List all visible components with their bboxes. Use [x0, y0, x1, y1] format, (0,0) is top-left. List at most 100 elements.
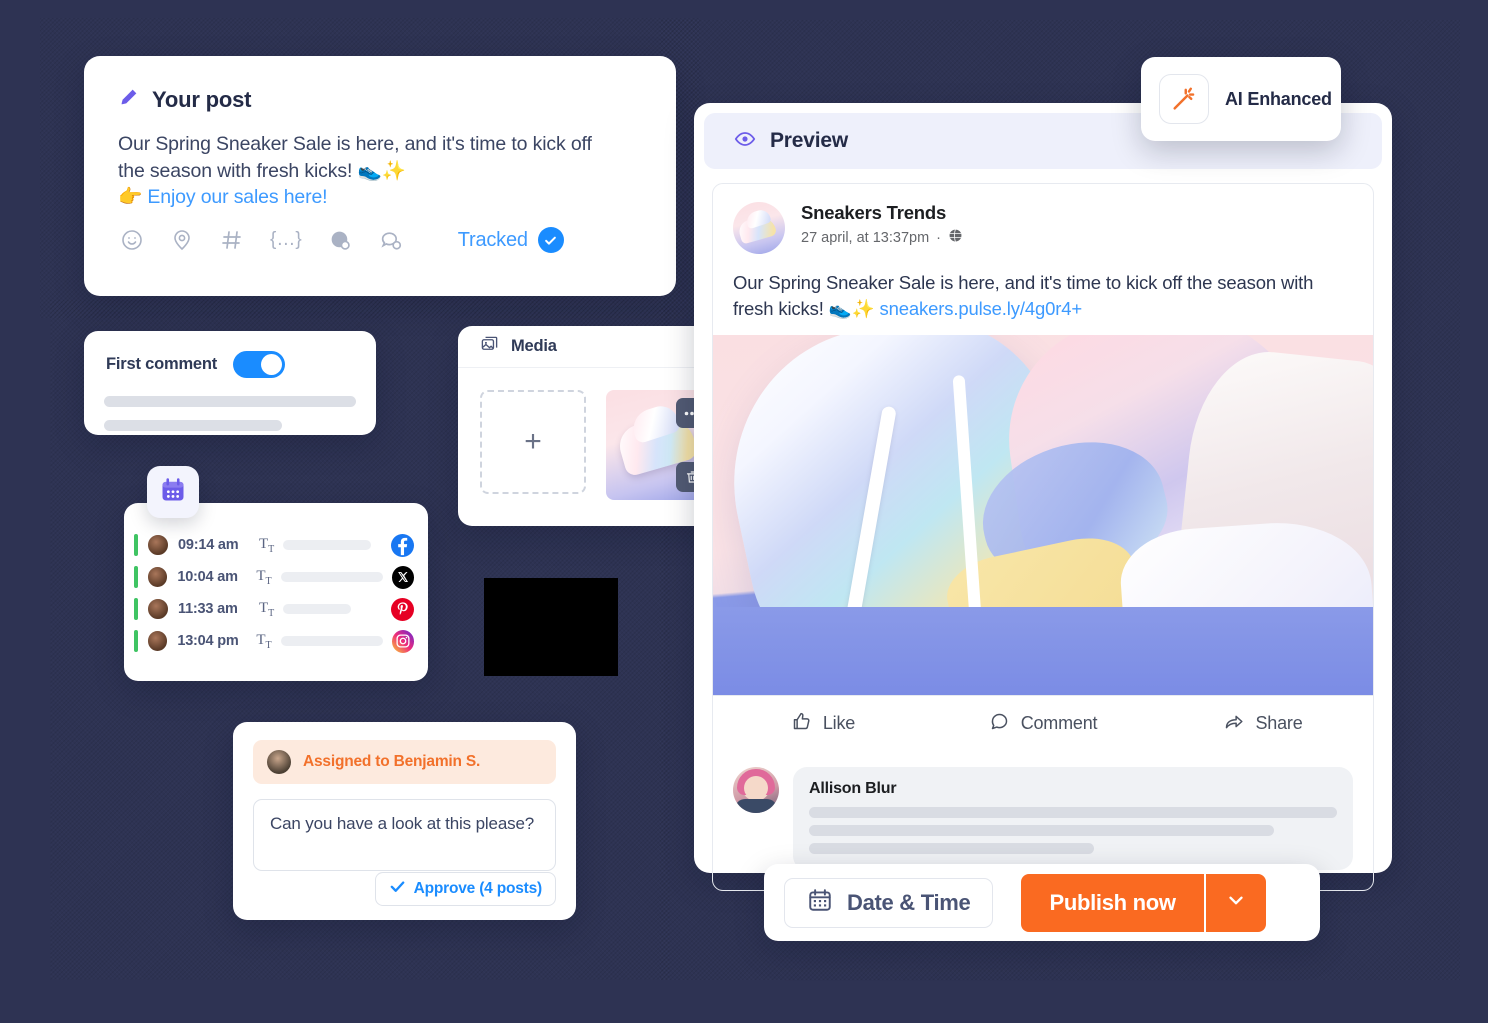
- x-icon[interactable]: [391, 565, 415, 589]
- instagram-icon[interactable]: [391, 629, 415, 653]
- schedule-row[interactable]: 10:04 am TT: [124, 561, 428, 593]
- post-text-line-1: Our Spring Sneaker Sale is here, and it'…: [118, 133, 592, 155]
- add-media-dropzone[interactable]: +: [480, 390, 586, 494]
- post-image[interactable]: [713, 335, 1373, 696]
- pencil-icon: [118, 86, 140, 113]
- approve-button-label: Approve (4 posts): [413, 880, 543, 897]
- hashtag-icon[interactable]: [220, 228, 244, 252]
- text-format-icon: TT: [259, 599, 275, 619]
- schedule-row[interactable]: 09:14 am TT: [124, 529, 428, 561]
- post-url[interactable]: sneakers.pulse.ly/4g0r4+: [879, 298, 1082, 319]
- first-comment-header: First comment: [84, 331, 376, 378]
- emoji-icon[interactable]: [120, 228, 144, 252]
- comment-button[interactable]: Comment: [933, 696, 1153, 751]
- avatar: [146, 566, 169, 588]
- date-time-label: Date & Time: [847, 889, 971, 915]
- screenshot-root: Your post Our Spring Sneaker Sale is her…: [0, 0, 1488, 1023]
- skeleton-line: [104, 420, 282, 431]
- skeleton-line: [280, 572, 383, 582]
- avatar: [147, 534, 169, 556]
- post-text-line-2: the season with fresh kicks! 👟✨: [118, 159, 406, 182]
- schedule-time: 10:04 am: [177, 569, 238, 585]
- publish-options-button[interactable]: [1205, 873, 1266, 932]
- status-bar: [134, 598, 138, 620]
- share-label: Share: [1255, 713, 1303, 734]
- post-toolbar: {…} Tracked: [84, 211, 676, 254]
- first-comment-card: First comment: [84, 331, 376, 435]
- post-timestamp: 27 april, at 13:37pm: [801, 229, 930, 246]
- tracked-toggle[interactable]: Tracked: [457, 227, 564, 254]
- assigned-banner: Assigned to Benjamin S.: [253, 740, 556, 784]
- like-button[interactable]: Like: [713, 696, 933, 751]
- schedule-time: 13:04 pm: [177, 633, 239, 649]
- skeleton-line: [809, 807, 1337, 819]
- text-format-icon: TT: [256, 631, 272, 651]
- avatar[interactable]: [733, 202, 785, 254]
- facebook-icon[interactable]: [391, 533, 414, 557]
- schedule-time: 11:33 am: [178, 601, 238, 617]
- post-author-name[interactable]: Sneakers Trends: [801, 202, 963, 224]
- date-time-button[interactable]: Date & Time: [784, 877, 994, 928]
- skeleton-line: [809, 825, 1274, 837]
- comment-label: Comment: [1020, 713, 1098, 734]
- preview-title: Preview: [770, 129, 848, 152]
- status-bar: [134, 566, 138, 588]
- your-post-header: Your post: [84, 56, 676, 113]
- magic-wand-icon: [1159, 74, 1209, 124]
- publish-button-group: Publish now: [1021, 873, 1266, 932]
- text-format-icon: TT: [259, 535, 275, 555]
- first-comment-label: First comment: [106, 355, 218, 373]
- pinterest-icon[interactable]: [391, 597, 414, 621]
- first-comment-toggle[interactable]: [233, 351, 286, 378]
- your-post-card: Your post Our Spring Sneaker Sale is her…: [84, 56, 676, 296]
- ai-enhanced-badge[interactable]: AI Enhanced: [1141, 57, 1341, 141]
- post-author-row: Sneakers Trends 27 april, at 13:37pm ·: [713, 184, 1373, 254]
- schedule-card: 09:14 am TT 10:04 am TT 11:33 am TT 13:0…: [124, 503, 428, 681]
- skeleton-line: [104, 396, 356, 407]
- share-arrow-icon: [1223, 711, 1244, 737]
- calendar-icon: [807, 887, 833, 918]
- chat-settings-icon[interactable]: [379, 228, 404, 253]
- post-meta: 27 april, at 13:37pm ·: [801, 228, 963, 247]
- comment-author[interactable]: Allison Blur: [809, 780, 1337, 798]
- comment-bubble: Allison Blur: [793, 767, 1353, 871]
- preview-panel: Preview Sneakers Trends 27 april, at 13:…: [694, 103, 1392, 892]
- your-post-title: Your post: [152, 86, 252, 112]
- status-bar: [134, 630, 138, 652]
- publish-now-button[interactable]: Publish now: [1021, 873, 1204, 932]
- schedule-row[interactable]: 11:33 am TT: [124, 593, 428, 625]
- schedule-time: 09:14 am: [178, 537, 239, 553]
- post-link-line[interactable]: 👉 Enjoy our sales here!: [118, 184, 642, 211]
- schedule-row[interactable]: 13:04 pm TT: [124, 625, 428, 657]
- share-button[interactable]: Share: [1153, 696, 1373, 751]
- meta-separator: ·: [936, 229, 942, 246]
- approve-button[interactable]: Approve (4 posts): [374, 872, 556, 906]
- thumbs-up-icon: [791, 711, 812, 737]
- check-icon: [537, 227, 564, 254]
- avatar: [146, 630, 169, 652]
- variable-icon[interactable]: {…}: [270, 229, 302, 251]
- plus-icon: +: [524, 425, 542, 458]
- your-post-body[interactable]: Our Spring Sneaker Sale is here, and it'…: [84, 113, 676, 211]
- post-action-row: Like Comment Share: [713, 695, 1373, 751]
- ai-enhanced-label: AI Enhanced: [1225, 88, 1332, 109]
- approval-card: Assigned to Benjamin S. Can you have a l…: [233, 722, 576, 920]
- comment-bubble-icon: [989, 711, 1010, 737]
- tracked-label: Tracked: [457, 228, 528, 251]
- avatar[interactable]: [733, 767, 779, 814]
- eye-icon: [734, 128, 756, 155]
- media-title: Media: [511, 337, 557, 355]
- preview-post: Sneakers Trends 27 april, at 13:37pm · O…: [712, 183, 1374, 892]
- avatar: [267, 750, 291, 774]
- location-icon[interactable]: [170, 228, 194, 252]
- assignment-note[interactable]: Can you have a look at this please?: [253, 799, 556, 871]
- publish-now-label: Publish now: [1049, 889, 1176, 915]
- like-label: Like: [822, 713, 856, 734]
- skeleton-line: [809, 843, 1095, 855]
- status-bar: [134, 534, 138, 556]
- globe-settings-icon[interactable]: [328, 228, 353, 253]
- images-icon: [480, 335, 499, 359]
- skeleton-line: [283, 540, 372, 550]
- image-artifact-block: [484, 578, 618, 676]
- schedule-list: 09:14 am TT 10:04 am TT 11:33 am TT 13:0…: [124, 503, 428, 657]
